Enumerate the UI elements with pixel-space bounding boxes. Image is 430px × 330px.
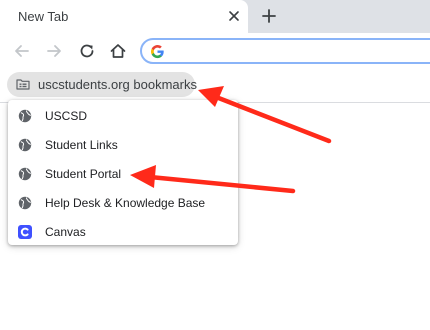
globe-icon bbox=[18, 109, 32, 123]
menu-item-label: Help Desk & Knowledge Base bbox=[45, 196, 206, 210]
omnibox[interactable] bbox=[140, 38, 430, 64]
menu-item-label: USCSD bbox=[45, 109, 88, 123]
bookmark-folder-label: uscstudents.org bookmarks bbox=[38, 77, 197, 92]
bookmark-folder-menu: USCSD Student Links Student Portal Help … bbox=[8, 100, 238, 245]
bookmarks-bar: uscstudents.org bookmarks bbox=[0, 69, 430, 103]
menu-item-canvas[interactable]: Canvas bbox=[8, 218, 238, 247]
menu-item-help-desk[interactable]: Help Desk & Knowledge Base bbox=[8, 189, 238, 218]
globe-icon bbox=[18, 167, 32, 181]
menu-item-uscsd[interactable]: USCSD bbox=[8, 102, 238, 131]
browser-toolbar bbox=[0, 33, 430, 69]
globe-icon bbox=[18, 196, 32, 210]
forward-arrow-icon[interactable] bbox=[43, 40, 65, 62]
bookmark-folder-uscstudents[interactable]: uscstudents.org bookmarks bbox=[7, 72, 197, 97]
globe-icon bbox=[18, 138, 32, 152]
browser-window: New Tab uscstudents.org bookmarks USCSD … bbox=[0, 0, 430, 330]
menu-item-label: Canvas bbox=[45, 225, 86, 239]
canvas-logo-icon bbox=[18, 225, 32, 239]
tab-title: New Tab bbox=[18, 9, 69, 24]
menu-item-student-links[interactable]: Student Links bbox=[8, 131, 238, 160]
reload-icon[interactable] bbox=[76, 40, 98, 62]
menu-item-label: Student Portal bbox=[45, 167, 122, 181]
menu-item-label: Student Links bbox=[45, 138, 118, 152]
folder-icon bbox=[16, 79, 30, 90]
omnibox-input[interactable] bbox=[172, 42, 430, 62]
menu-item-student-portal[interactable]: Student Portal bbox=[8, 160, 238, 189]
back-arrow-icon[interactable] bbox=[11, 40, 33, 62]
tab-new-tab[interactable]: New Tab bbox=[0, 0, 248, 33]
close-icon[interactable] bbox=[224, 6, 244, 26]
google-g-icon bbox=[150, 45, 164, 59]
home-icon[interactable] bbox=[107, 40, 129, 62]
tab-strip: New Tab bbox=[0, 0, 430, 33]
plus-icon[interactable] bbox=[258, 5, 280, 27]
